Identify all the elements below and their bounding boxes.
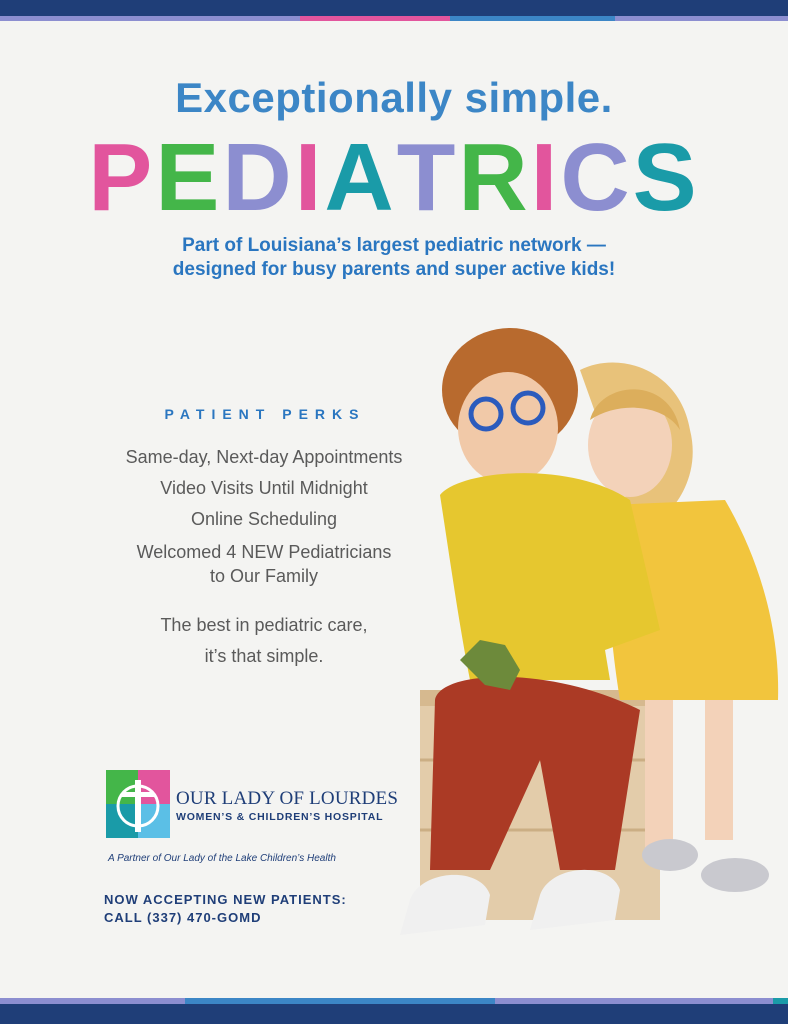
call-to-action: NOW ACCEPTING NEW PATIENTS: CALL (337) 4… [104, 891, 347, 927]
hospital-subtitle: WOMEN’S & CHILDREN’S HOSPITAL [176, 811, 384, 823]
title-letter: C [560, 124, 633, 231]
hospital-name: OUR LADY OF LOURDES [176, 788, 399, 809]
title-letter: A [324, 124, 397, 231]
pediatrics-title: PEDIATRICS [0, 130, 788, 226]
title-letter: S [632, 124, 700, 231]
perks-title: PATIENT PERKS [164, 406, 366, 422]
subhead-line: designed for busy parents and super acti… [172, 259, 616, 280]
cta-phone[interactable]: CALL (337) 470-GOMD [104, 909, 347, 927]
hospital-logo-icon [106, 770, 170, 838]
bottom-bar [0, 1004, 788, 1024]
title-letter: I [530, 124, 561, 231]
subhead-line: Part of Louisiana’s largest pediatric ne… [182, 235, 606, 256]
title-letter: T [396, 124, 459, 231]
title-letter: E [155, 124, 223, 231]
title-letter: D [222, 124, 295, 231]
tagline: Exceptionally simple. [175, 74, 613, 121]
children-photo [400, 328, 779, 935]
title-letter: P [88, 124, 156, 231]
title-letter: I [294, 124, 325, 231]
subhead: Part of Louisiana’s largest pediatric ne… [0, 234, 788, 282]
top-bar [0, 0, 788, 16]
title-letter: R [458, 124, 531, 231]
cta-line: NOW ACCEPTING NEW PATIENTS: [104, 892, 347, 907]
top-color-stripe [0, 16, 788, 21]
partner-note: A Partner of Our Lady of the Lake Childr… [108, 853, 336, 864]
